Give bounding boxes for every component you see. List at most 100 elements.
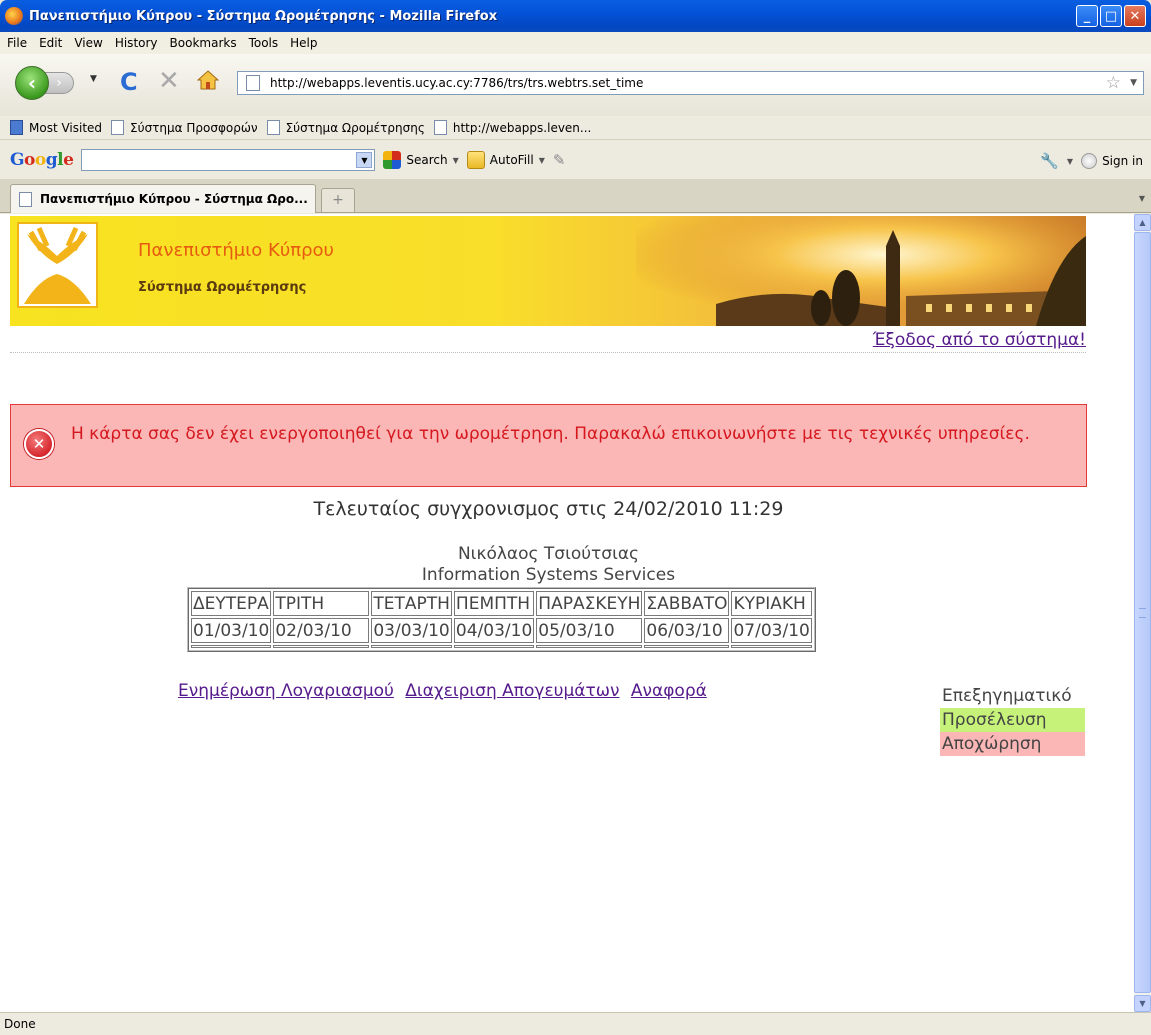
bookmark-label: Σύστημα Προσφορών: [130, 120, 258, 135]
signin-icon: [1081, 153, 1098, 169]
search-icon: [383, 151, 402, 169]
day-header-sunday: ΚΥΡΙΑΚΗ: [731, 591, 812, 616]
menu-tools[interactable]: Tools: [249, 36, 279, 50]
navigation-toolbar: › ‹ ▼ C ✕ http://webapps.leventis.ucy.ac…: [0, 54, 1151, 116]
report-link[interactable]: Αναφορά: [631, 681, 707, 701]
entry-cell: [191, 645, 272, 648]
minimize-button[interactable]: _: [1076, 5, 1098, 27]
status-text: Done: [4, 1017, 36, 1031]
update-account-link[interactable]: Ενημέρωση Λογαριασμού: [178, 681, 394, 701]
most-visited-icon: [10, 120, 23, 135]
autofill-button[interactable]: AutoFill ▼: [466, 151, 545, 169]
date-cell[interactable]: 03/03/10: [371, 618, 452, 643]
legend-title: Επεξηγηματικό: [942, 686, 1072, 706]
url-dropdown-icon[interactable]: ▼: [1130, 78, 1137, 88]
day-header-tuesday: ΤΡΙΤΗ: [273, 591, 370, 616]
menu-file[interactable]: File: [7, 36, 27, 50]
chevron-down-icon[interactable]: ▼: [356, 152, 373, 168]
chevron-down-icon[interactable]: ▼: [539, 156, 545, 165]
person-name: Νικόλαος Τσιούτσιας: [457, 544, 640, 564]
scroll-up-button[interactable]: ▲: [1134, 214, 1151, 231]
university-logo: [17, 222, 98, 308]
window-titlebar[interactable]: Πανεπιστήμιο Κύπρου - Σύστημα Ωρομέτρηση…: [0, 0, 1151, 32]
wrench-icon[interactable]: 🔧: [1040, 152, 1059, 170]
bookmark-star-icon[interactable]: ☆: [1106, 73, 1121, 93]
status-bar: Done: [0, 1012, 1151, 1035]
campus-illustration: [636, 216, 1086, 326]
bookmark-label: Most Visited: [29, 120, 103, 135]
bookmark-most-visited[interactable]: Most Visited: [10, 120, 102, 135]
home-icon[interactable]: [197, 69, 219, 91]
day-header-wednesday: ΤΕΤΑΡΤΗ: [371, 591, 452, 616]
search-label: Search: [406, 153, 448, 167]
legend-departure: Αποχώρηση: [940, 732, 1085, 756]
scroll-thumb[interactable]: [1134, 232, 1151, 993]
reload-icon[interactable]: C: [120, 68, 138, 96]
date-cell[interactable]: 02/03/10: [273, 618, 370, 643]
new-tab-button[interactable]: +: [321, 188, 355, 212]
day-header-monday: ΔΕΥΤΕΡΑ: [191, 591, 272, 616]
pencil-icon[interactable]: ✎: [553, 151, 566, 169]
logout-link[interactable]: Έξοδος από το σύστημα!: [873, 330, 1086, 350]
back-button[interactable]: ‹: [15, 66, 49, 100]
entry-cell: [371, 645, 452, 648]
firefox-icon: [5, 7, 23, 25]
bookmark-offers-system[interactable]: Σύστημα Προσφορών: [111, 120, 258, 135]
tab-active[interactable]: Πανεπιστήμιο Κύπρου - Σύστημα Ωρο...: [10, 184, 316, 213]
tab-list-icon[interactable]: ▼: [1135, 188, 1149, 210]
error-message-box: ✕ Η κάρτα σας δεν έχει ενεργοποιηθεί για…: [10, 404, 1087, 487]
date-cell[interactable]: 01/03/10: [191, 618, 272, 643]
calendar-date-row: 01/03/10 02/03/10 03/03/10 04/03/10 05/0…: [191, 618, 812, 643]
calendar-entries-row: [191, 645, 812, 648]
chevron-down-icon[interactable]: ▼: [453, 156, 459, 165]
bookmark-webapps[interactable]: http://webapps.leven...: [433, 120, 592, 135]
last-sync-text: Τελευταίος συγχρονισμος στις 24/02/2010 …: [313, 498, 784, 520]
menu-history[interactable]: History: [115, 36, 158, 50]
google-signin[interactable]: 🔧 ▼ Sign in: [1040, 152, 1143, 170]
url-text[interactable]: http://webapps.leventis.ucy.ac.cy:7786/t…: [270, 76, 643, 90]
bookmark-timekeeping-system[interactable]: Σύστημα Ωρομέτρησης: [266, 120, 425, 135]
legend-arrival: Προσέλευση: [940, 708, 1085, 732]
google-logo[interactable]: Google: [10, 150, 74, 170]
google-search-input[interactable]: ▼: [81, 149, 376, 171]
page-icon: [433, 120, 447, 135]
day-header-saturday: ΣΑΒΒΑΤΟ: [644, 591, 730, 616]
page-icon: [111, 120, 125, 135]
maximize-button[interactable]: □: [1100, 5, 1122, 27]
history-dropdown-icon[interactable]: ▼: [90, 74, 97, 84]
menu-bar: File Edit View History Bookmarks Tools H…: [0, 32, 1151, 54]
week-calendar: ΔΕΥΤΕΡΑ ΤΡΙΤΗ ΤΕΤΑΡΤΗ ΠΕΜΠΤΗ ΠΑΡΑΣΚΕΥΗ Σ…: [187, 587, 816, 652]
stop-icon[interactable]: ✕: [158, 66, 180, 96]
date-cell[interactable]: 06/03/10: [644, 618, 730, 643]
page-icon: [19, 191, 32, 207]
scroll-down-button[interactable]: ▼: [1134, 995, 1151, 1012]
google-search-button[interactable]: Search ▼: [383, 151, 459, 169]
entry-cell: [273, 645, 370, 648]
menu-help[interactable]: Help: [290, 36, 317, 50]
close-button[interactable]: ✕: [1124, 5, 1146, 27]
menu-bookmarks[interactable]: Bookmarks: [170, 36, 237, 50]
vertical-scrollbar[interactable]: ▲ ▼: [1134, 214, 1151, 1012]
legend: Επεξηγηματικό Προσέλευση Αποχώρηση: [940, 684, 1085, 756]
address-bar[interactable]: http://webapps.leventis.ucy.ac.cy:7786/t…: [237, 71, 1144, 95]
date-cell[interactable]: 07/03/10: [731, 618, 812, 643]
action-links: Ενημέρωση Λογαριασμού Διαχειριση Απογευμ…: [178, 681, 713, 701]
page-icon: [266, 120, 280, 135]
date-cell[interactable]: 05/03/10: [536, 618, 643, 643]
page-content: Πανεπιστήμιο Κύπρου Σύστημα Ωρομέτρησης: [0, 214, 1134, 1012]
date-cell[interactable]: 04/03/10: [453, 618, 535, 643]
calendar-header-row: ΔΕΥΤΕΡΑ ΤΡΙΤΗ ΤΕΤΑΡΤΗ ΠΕΜΠΤΗ ΠΑΡΑΣΚΕΥΗ Σ…: [191, 591, 812, 616]
menu-view[interactable]: View: [74, 36, 102, 50]
error-message: Η κάρτα σας δεν έχει ενεργοποιηθεί για τ…: [71, 424, 1030, 444]
day-header-thursday: ΠΕΜΠΤΗ: [453, 591, 535, 616]
department-name: Information Systems Services: [421, 565, 676, 585]
tab-label: Πανεπιστήμιο Κύπρου - Σύστημα Ωρο...: [40, 192, 308, 206]
chevron-down-icon[interactable]: ▼: [1067, 157, 1073, 166]
signin-label: Sign in: [1102, 154, 1143, 168]
entry-cell: [536, 645, 643, 648]
tab-strip: Πανεπιστήμιο Κύπρου - Σύστημα Ωρο... + ▼: [0, 179, 1151, 213]
header-banner: Πανεπιστήμιο Κύπρου Σύστημα Ωρομέτρησης: [10, 216, 1086, 326]
bookmark-label: http://webapps.leven...: [452, 120, 592, 135]
manage-afternoons-link[interactable]: Διαχειριση Απογευμάτων: [405, 681, 619, 701]
menu-edit[interactable]: Edit: [39, 36, 62, 50]
